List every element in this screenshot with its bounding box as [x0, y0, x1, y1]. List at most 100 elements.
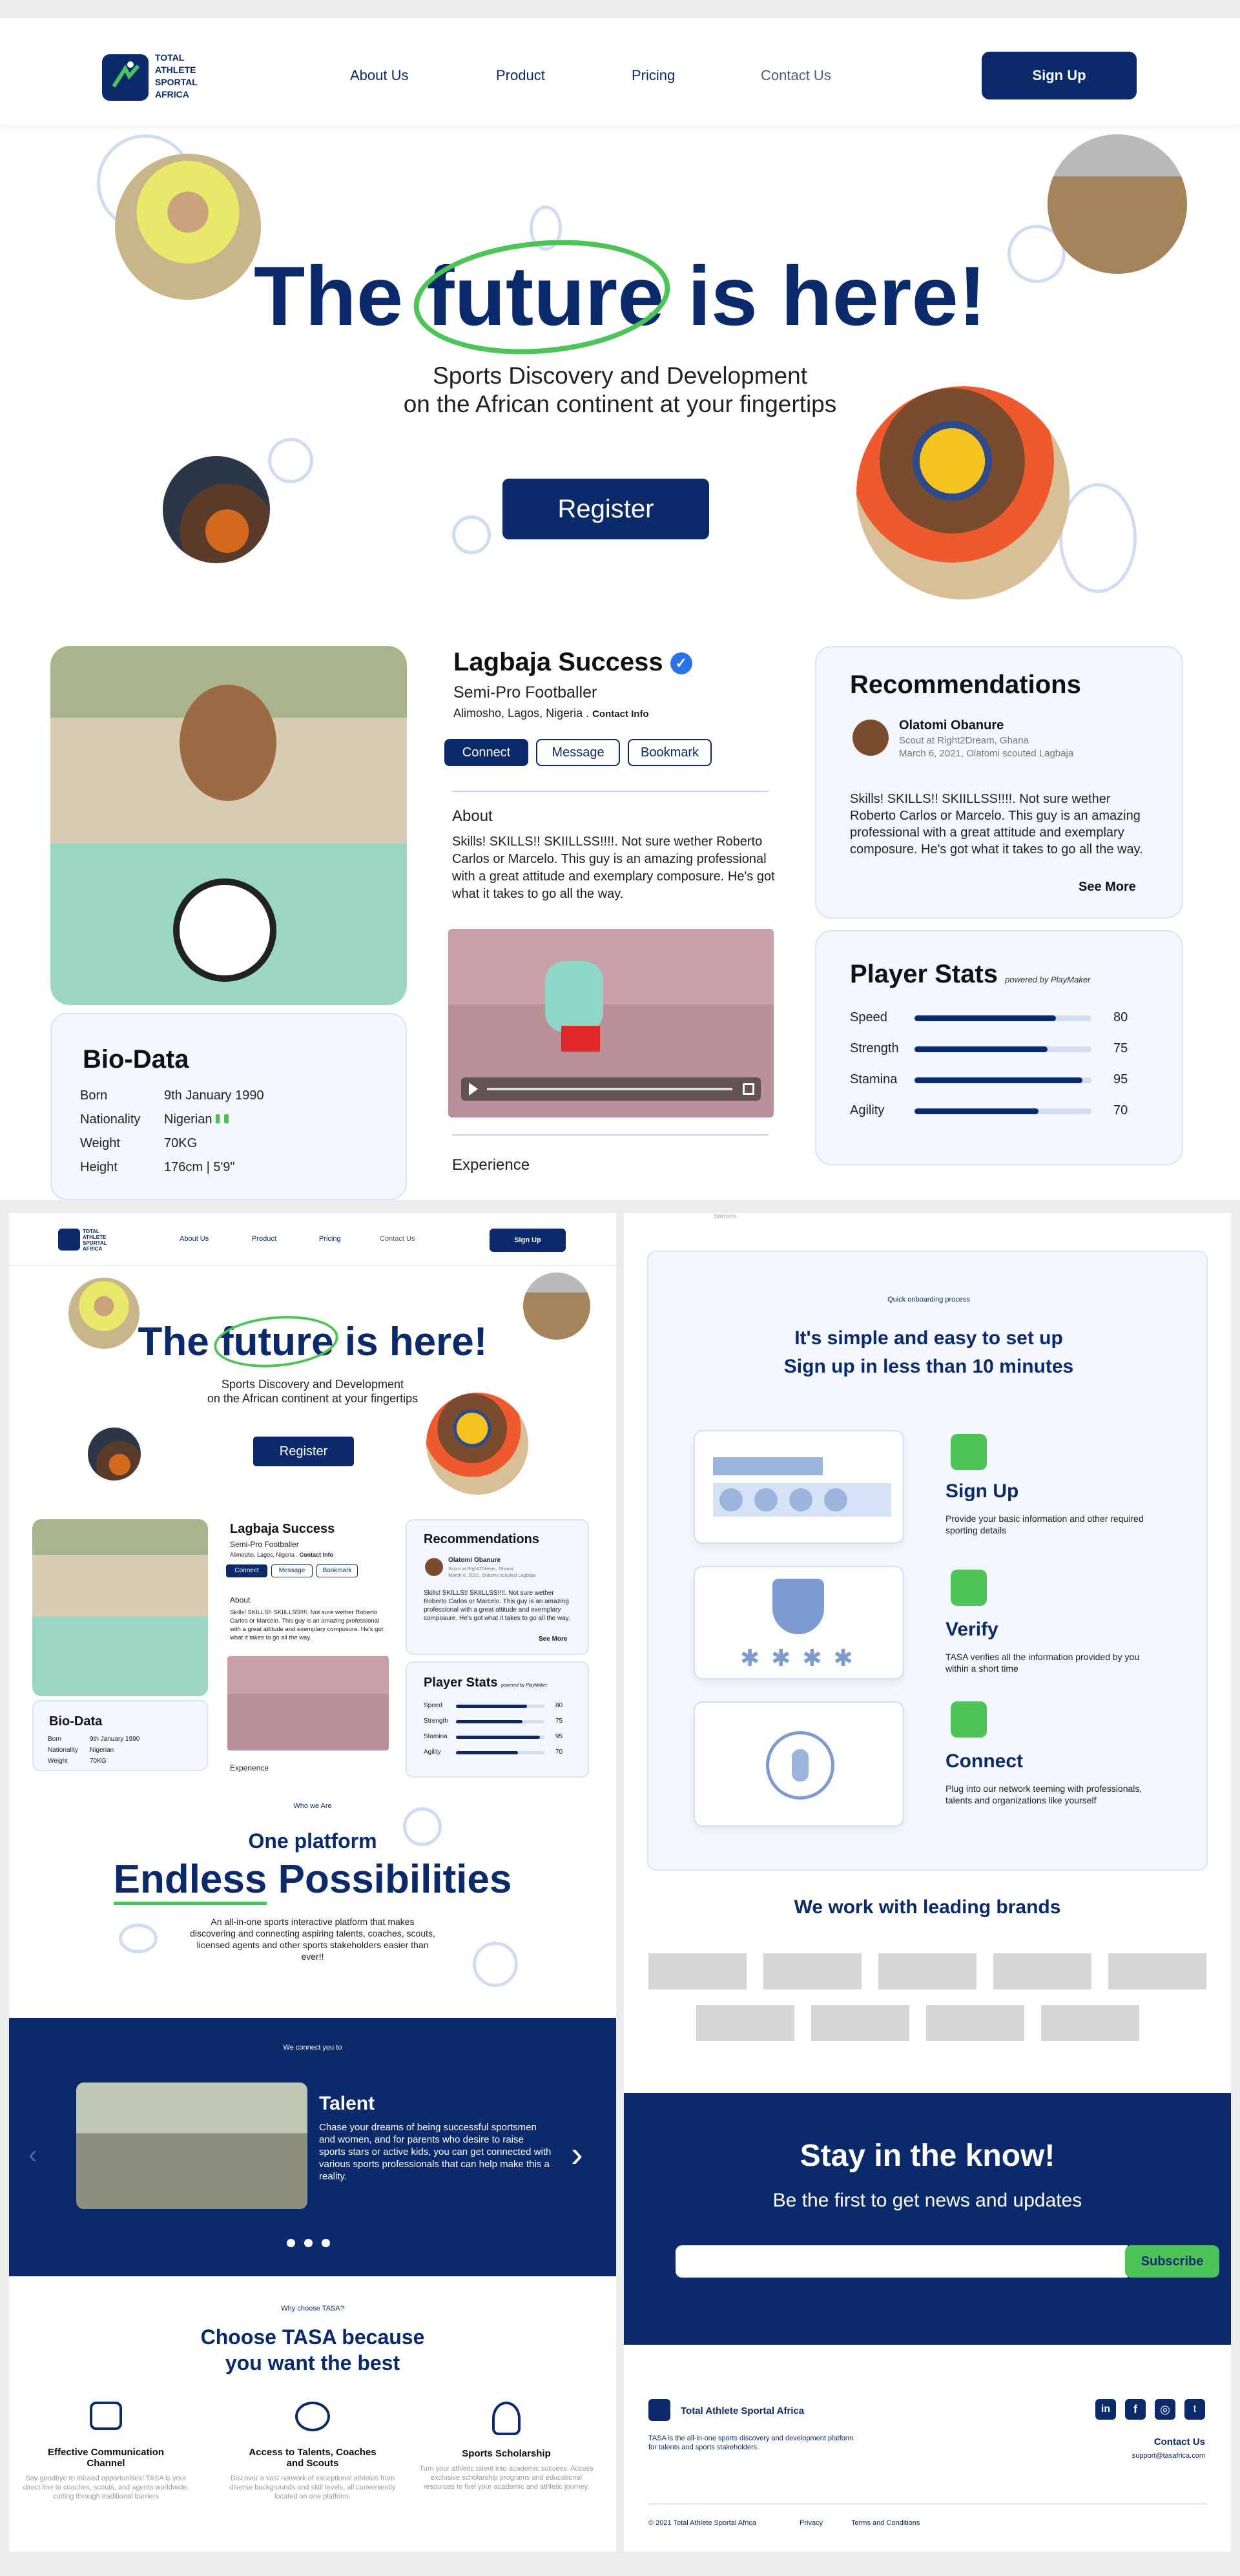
stat-value: 95: [555, 1733, 563, 1740]
footer-email-link[interactable]: support@tasafrica.com: [1076, 2452, 1205, 2460]
instagram-icon[interactable]: ◎: [1155, 2399, 1175, 2420]
chat-icon: [90, 2402, 122, 2430]
mini-recommender-title: Scout at Right2Dream, Ghana: [448, 1566, 513, 1572]
stat-bar-fill: [914, 1046, 1048, 1052]
fullscreen-icon[interactable]: [743, 1083, 754, 1095]
register-button[interactable]: Register: [502, 479, 709, 539]
medal-icon: [492, 2402, 521, 2435]
see-more-link[interactable]: See More: [1079, 880, 1136, 895]
why-title: Choose TASA because you want the best: [200, 2325, 425, 2374]
mini-profile-name: Lagbaja Success: [230, 1522, 335, 1536]
mini-profile-location: Alimosho, Lagos, Nigeria . Contact Info: [230, 1552, 334, 1558]
bookmark-button[interactable]: Bookmark: [628, 739, 712, 766]
powered-by: powered by PlayMaker: [1005, 975, 1091, 984]
mini-connect-button[interactable]: Connect: [226, 1564, 267, 1577]
connect-button[interactable]: Connect: [444, 739, 528, 766]
nav-product[interactable]: Product: [496, 67, 545, 84]
hero-title: The future is here!: [239, 229, 1001, 365]
stat-value: 70: [1113, 1103, 1128, 1117]
racket-doodle-icon: [1059, 483, 1137, 593]
connect-section: We connect you to ‹ › Talent Chase your …: [9, 2018, 616, 2276]
facebook-icon[interactable]: f: [1125, 2399, 1146, 2420]
stat-label: Strength: [850, 1041, 899, 1055]
brand-logo: [696, 2005, 794, 2041]
brand-logo: [1108, 1953, 1206, 1989]
brand-logo: [1041, 2005, 1139, 2041]
mini-nav-contact[interactable]: Contact Us: [380, 1235, 415, 1243]
carousel-prev-icon[interactable]: ‹: [28, 2141, 37, 2170]
subscribe-button[interactable]: Subscribe: [1125, 2245, 1219, 2278]
brand-logo: [811, 2005, 909, 2041]
logo[interactable]: TOTAL ATHLETE SPORTAL AFRICA: [102, 52, 212, 103]
play-icon[interactable]: [469, 1083, 478, 1096]
mini-nav-pricing[interactable]: Pricing: [319, 1235, 341, 1243]
mini-nav-about[interactable]: About Us: [180, 1235, 209, 1243]
mini-logo-text: TOTAL ATHLETE SPORTAL AFRICA: [83, 1229, 107, 1252]
onboarding-card: Quick onboarding process It's simple and…: [647, 1251, 1208, 1871]
message-button[interactable]: Message: [536, 739, 620, 766]
signup-step-text: Provide your basic information and other…: [946, 1513, 1144, 1535]
stat-bar-fill: [456, 1705, 527, 1708]
stat-label: Strength: [424, 1718, 448, 1725]
mini-recommender-name: Olatomi Obanure: [448, 1557, 501, 1564]
stat-label: Stamina: [850, 1072, 898, 1086]
stat-bar-fill: [914, 1108, 1038, 1114]
mini-nav-product[interactable]: Product: [252, 1235, 276, 1243]
biodata-row: Height 176cm | 5'9": [80, 1160, 235, 1174]
newsletter-subtitle: Be the first to get news and updates: [772, 2190, 1082, 2211]
mini-profile-role: Semi-Pro Footballer: [230, 1540, 299, 1549]
onboarding-title: It's simple and easy to set up Sign up in…: [783, 1327, 1074, 1377]
signup-button[interactable]: Sign Up: [982, 52, 1137, 99]
stat-bar-fill: [456, 1720, 522, 1723]
mini-see-more-link[interactable]: See More: [539, 1636, 567, 1643]
contact-info-link[interactable]: Contact Info: [592, 709, 649, 720]
footer-privacy-link[interactable]: Privacy: [800, 2519, 823, 2527]
nigeria-flag-icon: [216, 1114, 229, 1123]
verify-step-icon: [951, 1570, 987, 1606]
volleyball-doodle-icon: [268, 438, 313, 483]
shield-icon: [772, 1579, 824, 1634]
logo-text: TOTAL ATHLETE SPORTAL AFRICA: [155, 52, 198, 99]
biodata-row: Born 9th January 1990: [80, 1088, 264, 1103]
mini-hero-photo-football: [523, 1272, 590, 1340]
talent-title: Talent: [319, 2093, 375, 2114]
stat-label: Agility: [424, 1749, 441, 1756]
carousel-dots[interactable]: [287, 2239, 330, 2250]
feature-scholarship: Sports Scholarship Turn your athletic ta…: [416, 2402, 597, 2491]
player-stats-card: Player Stats powered by PlayMaker Speed 8…: [815, 930, 1183, 1165]
mini-signup-button[interactable]: Sign Up: [490, 1229, 566, 1252]
twitter-icon[interactable]: t: [1184, 2399, 1205, 2420]
stat-label: Speed: [850, 1010, 887, 1024]
mini-bookmark-button[interactable]: Bookmark: [316, 1564, 358, 1577]
stat-value: 70: [555, 1749, 563, 1756]
who-eyebrow: Who we Are: [293, 1802, 332, 1810]
mini-highlight-video[interactable]: [227, 1656, 389, 1750]
mini-recommendations-heading: Recommendations: [424, 1532, 539, 1546]
nav-about[interactable]: About Us: [350, 67, 409, 84]
mini-register-button[interactable]: Register: [253, 1437, 354, 1466]
stat-bar-fill: [456, 1751, 518, 1754]
stat-value: 75: [555, 1718, 563, 1725]
target-doodle-icon: [473, 1942, 518, 1987]
linkedin-icon[interactable]: in: [1095, 2399, 1116, 2420]
verified-icon: ✓: [670, 652, 692, 675]
connect-step-text: Plug into our network teeming with profe…: [946, 1783, 1142, 1805]
mini-message-button[interactable]: Message: [271, 1564, 313, 1577]
baseball-doodle-icon: [452, 515, 491, 554]
mini-avatar: [425, 1558, 443, 1576]
nav-pricing[interactable]: Pricing: [632, 67, 675, 84]
carousel-next-icon[interactable]: ›: [571, 2133, 583, 2175]
video-controls[interactable]: [461, 1077, 761, 1101]
connect-illustration: [694, 1701, 904, 1827]
footer-terms-link[interactable]: Terms and Conditions: [851, 2519, 920, 2527]
about-heading: About: [452, 807, 493, 825]
nav-contact[interactable]: Contact Us: [761, 67, 831, 84]
onboarding-screenshot: barriers Quick onboarding process It's s…: [624, 1213, 1231, 2551]
talent-photo: [76, 2083, 307, 2209]
divider: [452, 1134, 769, 1136]
mini-recommendations-card: Recommendations Olatomi Obanure Scout at…: [406, 1519, 589, 1655]
mini-player-stats-heading: Player Stats: [424, 1676, 498, 1690]
highlight-video[interactable]: [448, 929, 774, 1117]
footer-barriers: barriers: [714, 1213, 736, 1220]
newsletter-email-input[interactable]: [676, 2245, 1128, 2278]
